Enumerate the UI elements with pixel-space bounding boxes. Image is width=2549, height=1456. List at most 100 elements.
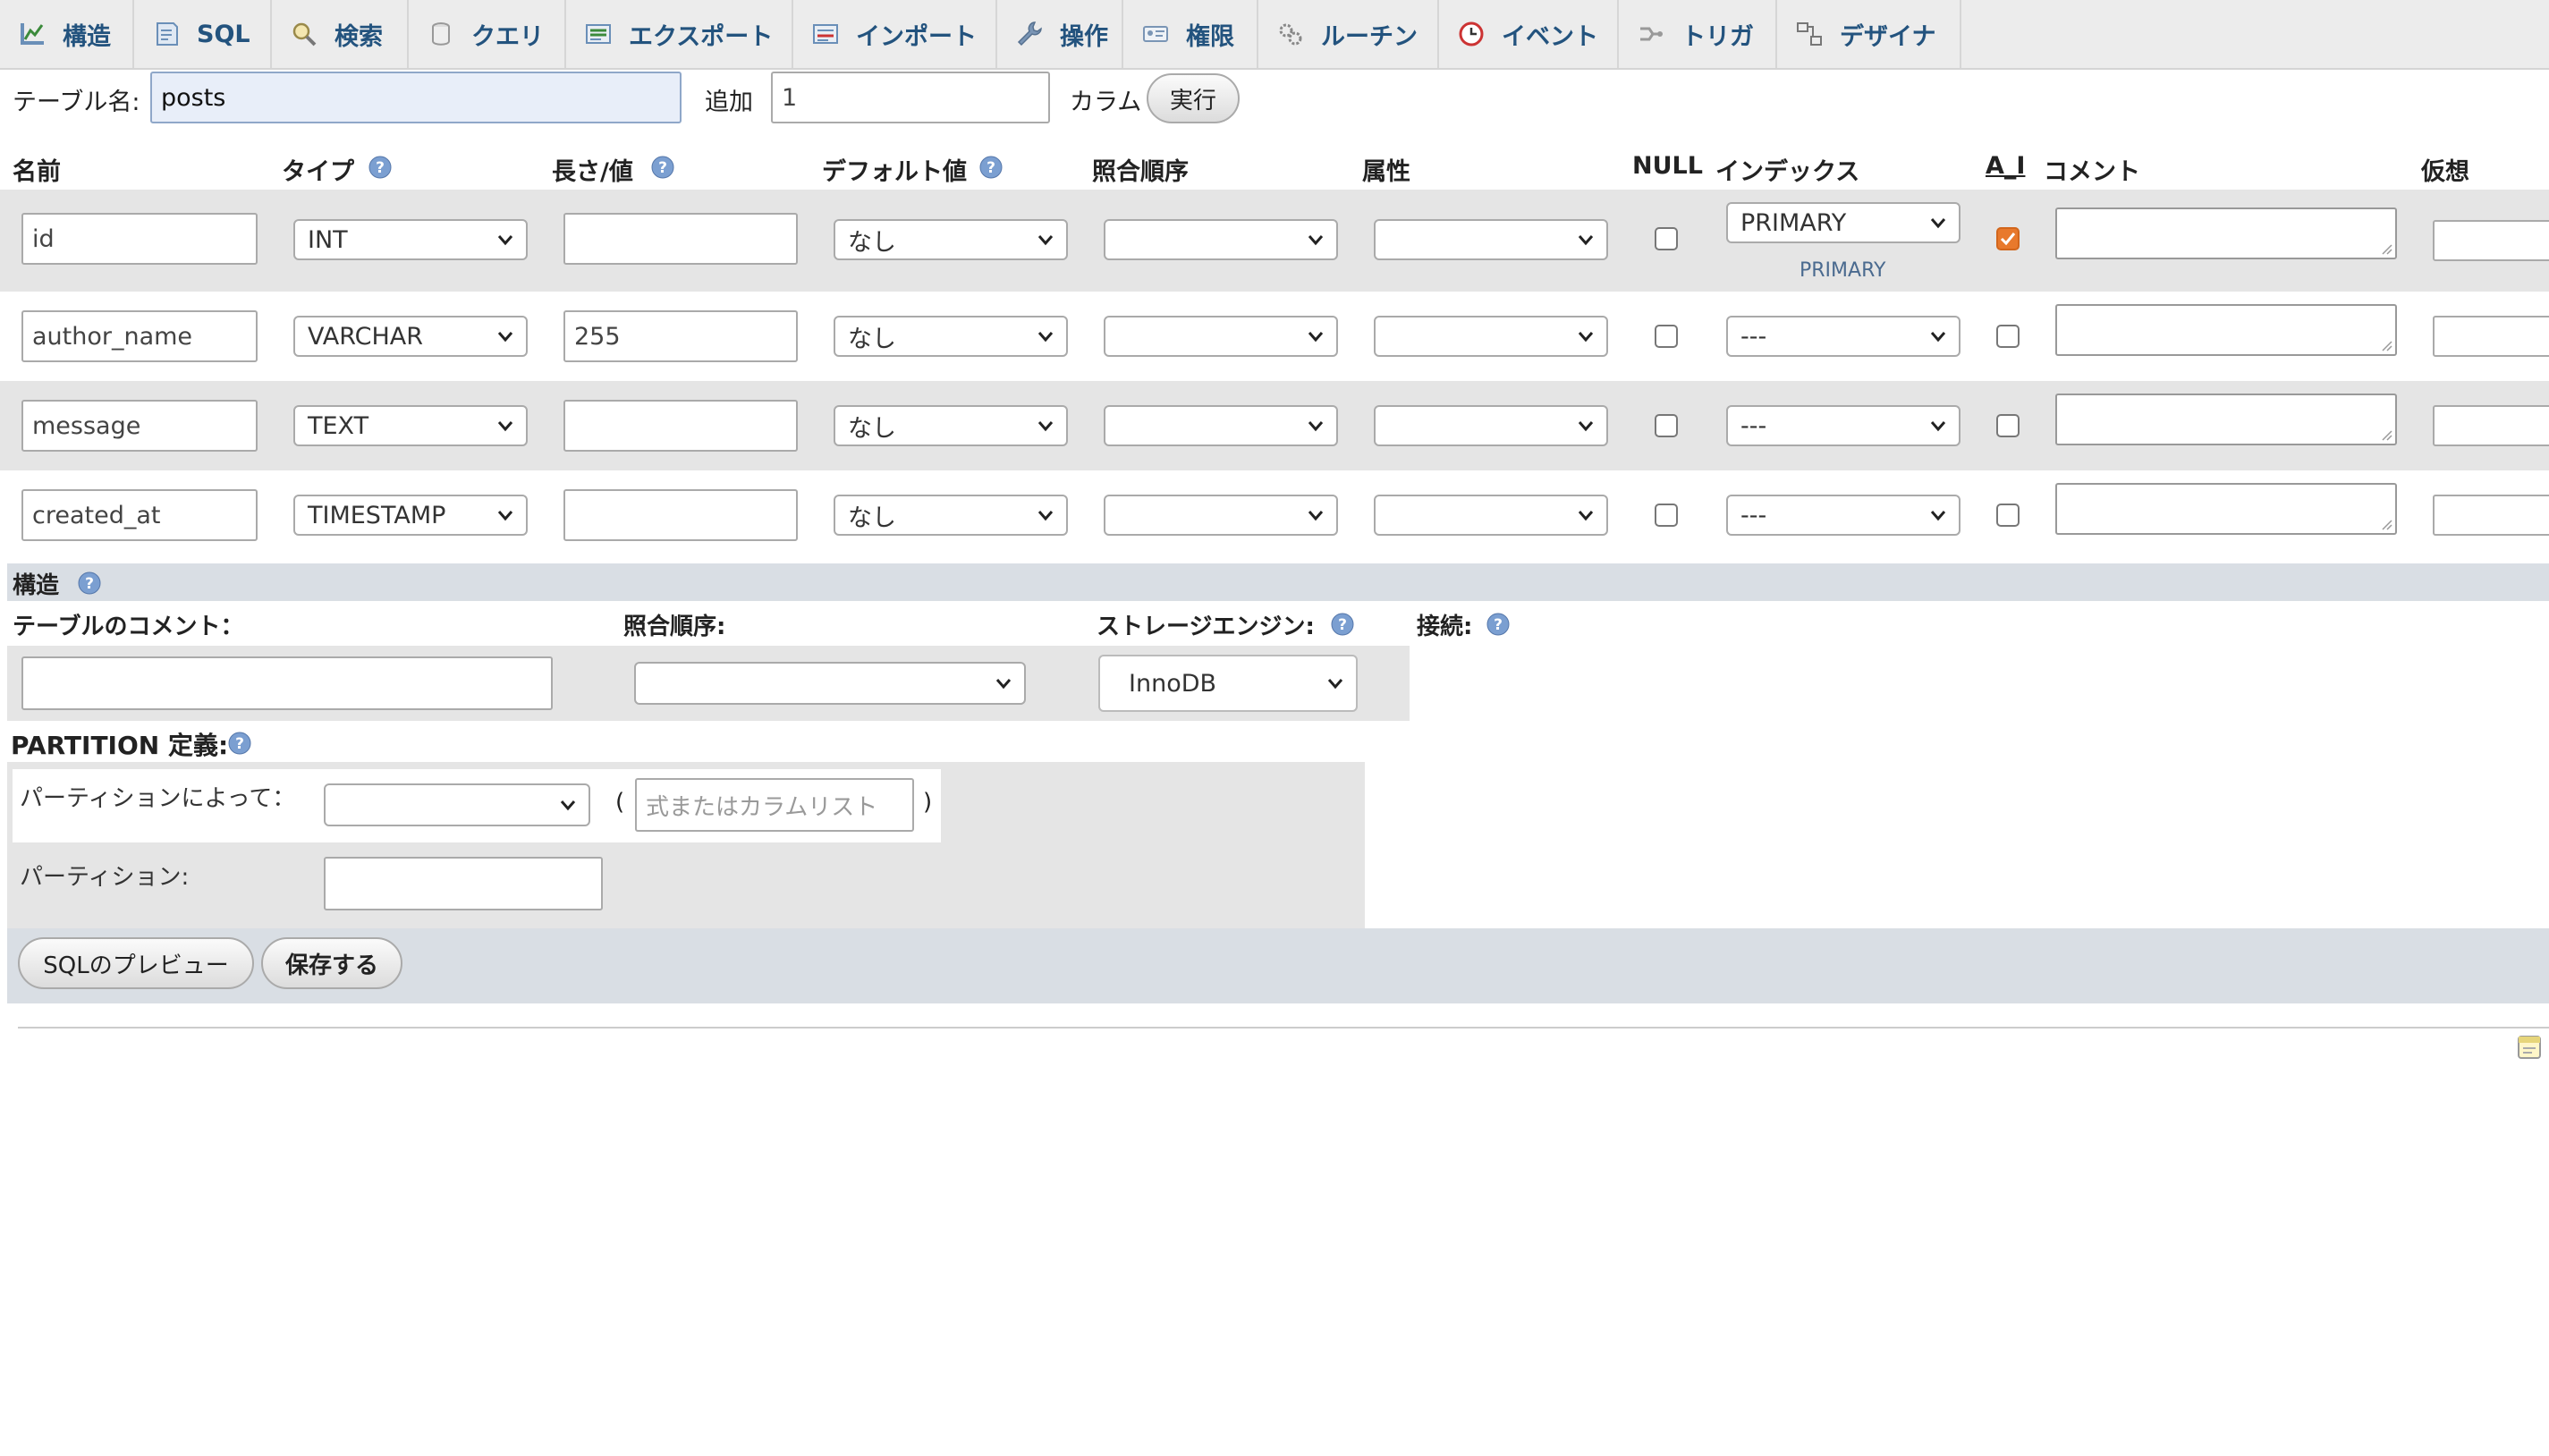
chevron-down-icon — [560, 800, 576, 811]
attributes-select[interactable] — [1374, 316, 1608, 357]
save-button[interactable]: 保存する — [261, 937, 402, 989]
resize-handle-icon — [2382, 520, 2392, 530]
tab-sql[interactable]: SQL — [134, 0, 272, 68]
auto-increment-checkbox[interactable] — [1996, 325, 2020, 348]
header-attributes: 属性 — [1362, 158, 1410, 186]
null-checkbox[interactable] — [1655, 227, 1678, 250]
index-note: PRIMARY — [1800, 259, 1886, 282]
chevron-down-icon — [1037, 235, 1054, 246]
tab-triggers[interactable]: トリガ — [1619, 0, 1777, 68]
go-button[interactable]: 実行 — [1147, 73, 1240, 123]
help-icon[interactable]: ? — [651, 156, 674, 179]
auto-increment-checkbox[interactable] — [1996, 227, 2020, 250]
comment-textarea[interactable] — [2055, 304, 2397, 356]
chevron-down-icon — [1930, 511, 1946, 521]
preview-sql-button[interactable]: SQLのプレビュー — [18, 937, 254, 989]
index-select[interactable]: --- — [1726, 316, 1960, 357]
console-icon[interactable] — [2517, 1034, 2542, 1061]
chevron-down-icon — [1930, 218, 1946, 229]
routines-icon — [1279, 23, 1302, 46]
column-name-input[interactable]: message — [21, 400, 258, 452]
svg-text:?: ? — [658, 159, 667, 177]
length-input[interactable] — [563, 489, 798, 541]
triggers-icon — [1640, 27, 1663, 41]
collation-select[interactable] — [1104, 316, 1338, 357]
null-checkbox[interactable] — [1655, 414, 1678, 437]
collation-select[interactable] — [1104, 495, 1338, 536]
null-checkbox[interactable] — [1655, 504, 1678, 527]
tab-search[interactable]: 検索 — [272, 0, 409, 68]
help-icon[interactable]: ? — [1486, 613, 1510, 636]
header-virtual: 仮想 — [2421, 158, 2469, 186]
table-name-input[interactable]: posts — [150, 72, 682, 123]
virtual-input[interactable] — [2433, 316, 2549, 357]
search-icon — [292, 22, 317, 47]
default-select[interactable]: なし — [834, 405, 1068, 446]
tab-privileges[interactable]: 権限 — [1123, 0, 1258, 68]
storage-engine-select[interactable]: InnoDB — [1098, 655, 1358, 712]
column-type-select[interactable]: TEXT — [293, 405, 528, 446]
help-icon[interactable]: ? — [368, 156, 392, 179]
default-select[interactable]: なし — [834, 495, 1068, 536]
comment-textarea[interactable] — [2055, 394, 2397, 445]
column-type-select[interactable]: INT — [293, 219, 528, 260]
tab-label: ルーチン — [1321, 22, 1418, 51]
comment-textarea[interactable] — [2055, 483, 2397, 535]
index-select[interactable]: --- — [1726, 495, 1960, 536]
comment-textarea[interactable] — [2055, 207, 2397, 259]
add-columns-input[interactable]: 1 — [771, 72, 1050, 123]
column-name-input[interactable]: created_at — [21, 489, 258, 541]
help-icon[interactable]: ? — [228, 732, 251, 755]
structure-section-bar — [7, 563, 2549, 601]
chevron-down-icon — [1578, 235, 1594, 246]
auto-increment-checkbox[interactable] — [1996, 414, 2020, 437]
resize-handle-icon — [2382, 244, 2392, 255]
length-input[interactable]: 255 — [563, 310, 798, 362]
chevron-down-icon — [1578, 421, 1594, 432]
length-input[interactable] — [563, 400, 798, 452]
structure-title: 構造 — [13, 572, 60, 599]
resize-handle-icon — [2382, 341, 2392, 351]
auto-increment-checkbox[interactable] — [1996, 504, 2020, 527]
null-checkbox[interactable] — [1655, 325, 1678, 348]
partition-title: PARTITION 定義: — [11, 731, 229, 760]
tab-structure[interactable]: 構造 — [0, 0, 134, 68]
index-select[interactable]: --- — [1726, 405, 1960, 446]
column-name-input[interactable]: id — [21, 213, 258, 265]
column-type-select[interactable]: TIMESTAMP — [293, 495, 528, 536]
default-select[interactable]: なし — [834, 316, 1068, 357]
attributes-select[interactable] — [1374, 405, 1608, 446]
columns-label: カラム — [1070, 89, 1142, 116]
tab-query[interactable]: クエリ — [409, 0, 566, 68]
partition-expression-input[interactable]: 式またはカラムリスト — [635, 778, 914, 832]
resize-handle-icon — [2382, 430, 2392, 441]
tab-designer[interactable]: デザイナ — [1777, 0, 1961, 68]
virtual-input[interactable] — [2433, 220, 2549, 261]
table-comment-input[interactable] — [21, 656, 553, 710]
tab-events[interactable]: イベント — [1439, 0, 1619, 68]
collation-select[interactable] — [1104, 219, 1338, 260]
attributes-select[interactable] — [1374, 495, 1608, 536]
attributes-select[interactable] — [1374, 219, 1608, 260]
help-icon[interactable]: ? — [1331, 613, 1354, 636]
column-type-select[interactable]: VARCHAR — [293, 316, 528, 357]
wrench-icon — [1017, 21, 1042, 47]
collation-select[interactable] — [1104, 405, 1338, 446]
divider — [18, 1027, 2549, 1029]
header-name: 名前 — [13, 158, 61, 186]
tab-import[interactable]: インポート — [793, 0, 997, 68]
virtual-input[interactable] — [2433, 405, 2549, 446]
help-icon[interactable]: ? — [979, 156, 1003, 179]
partitions-input[interactable] — [324, 857, 603, 910]
index-select[interactable]: PRIMARY — [1726, 202, 1960, 243]
tab-routines[interactable]: ルーチン — [1258, 0, 1439, 68]
column-name-input[interactable]: author_name — [21, 310, 258, 362]
tab-operations[interactable]: 操作 — [997, 0, 1123, 68]
virtual-input[interactable] — [2433, 495, 2549, 536]
length-input[interactable] — [563, 213, 798, 265]
help-icon[interactable]: ? — [78, 571, 101, 595]
tab-export[interactable]: エクスポート — [566, 0, 793, 68]
partition-by-select[interactable] — [324, 783, 590, 826]
default-select[interactable]: なし — [834, 219, 1068, 260]
table-collation-select[interactable] — [634, 662, 1026, 705]
